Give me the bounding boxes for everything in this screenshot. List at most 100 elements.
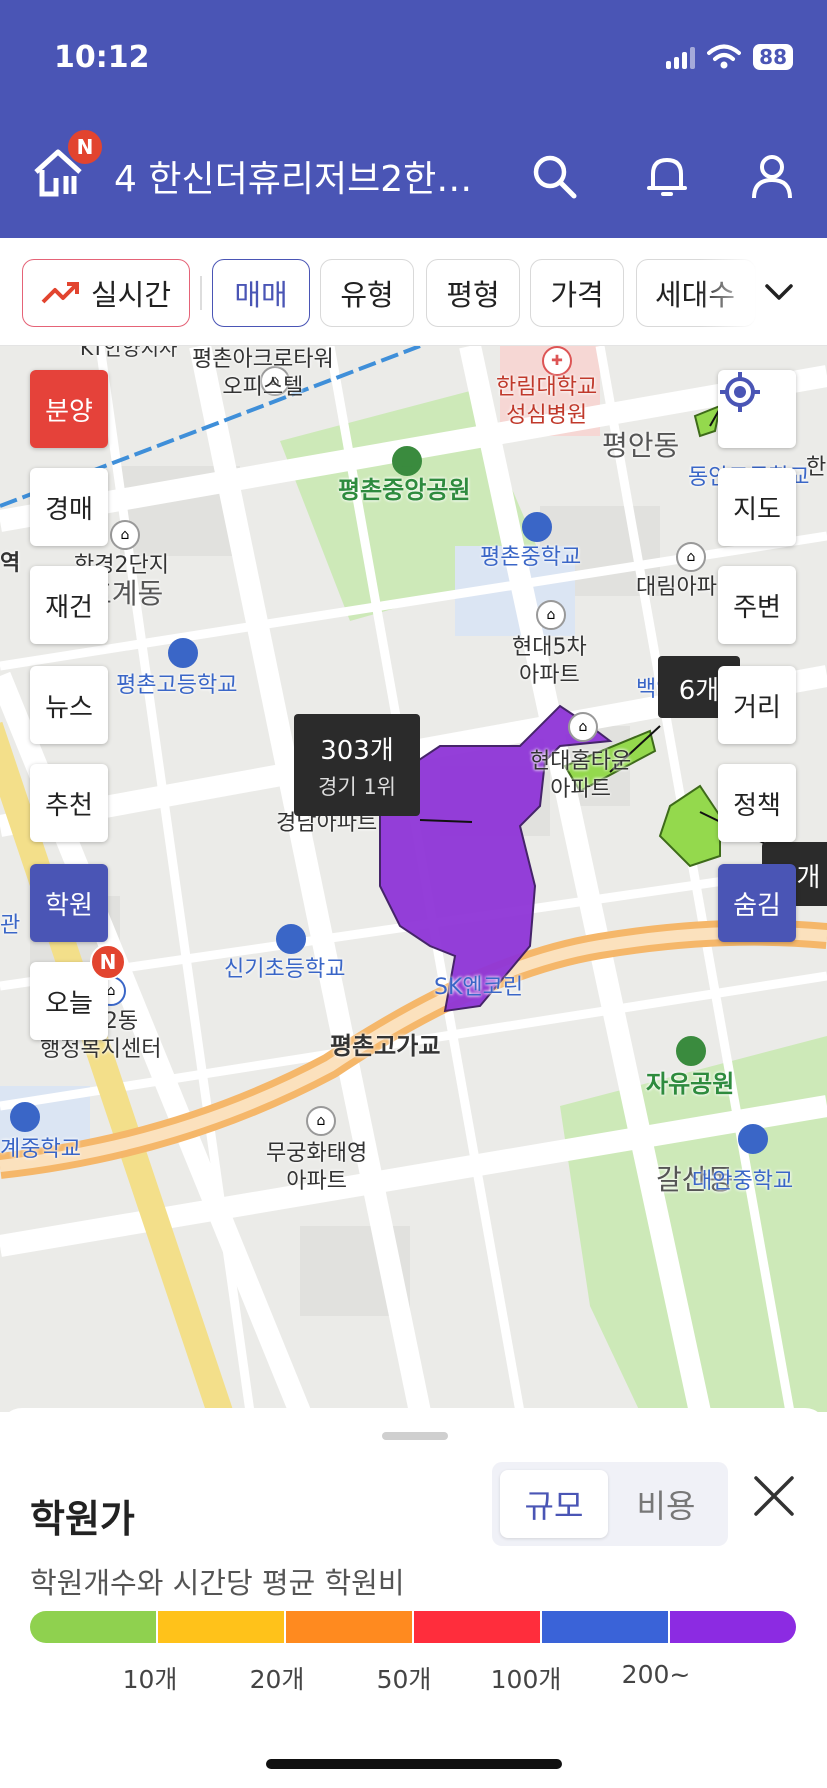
side-button-label: 거리 <box>733 692 781 723</box>
building-icon: ⌂ <box>536 600 566 630</box>
building-icon: ⌂ <box>676 542 706 572</box>
map-label: KT안양지사 <box>80 346 178 360</box>
recommend-button[interactable]: 추천 <box>30 764 108 842</box>
side-button-label: 정책 <box>733 790 781 821</box>
app-root: 10:12 88 N 4 한신더휴리저브2한… 실시간 매매 유형 평형 가격 … <box>0 0 827 1788</box>
toggle-cost[interactable]: 비용 <box>612 1470 720 1538</box>
filter-label: 매매 <box>234 278 288 312</box>
filter-size-chip[interactable]: 평형 <box>426 259 520 327</box>
reconstruction-button[interactable]: 재건 <box>30 566 108 644</box>
presale-button[interactable]: 분양 <box>30 370 108 448</box>
search-icon[interactable] <box>530 152 578 200</box>
building-icon: ⌂ <box>306 1106 336 1136</box>
map-label: 평촌중앙공원 <box>338 476 471 504</box>
battery-icon: 88 <box>753 44 793 70</box>
scale-cost-toggle: 규모 비용 <box>492 1462 728 1546</box>
page-title[interactable]: 4 한신더휴리저브2한… <box>114 150 514 202</box>
map-label: SK엔코린 <box>434 975 524 1000</box>
park-icon: ▲ <box>392 446 422 476</box>
legend-label: 20개 <box>249 1665 305 1694</box>
legend-segment <box>158 1611 286 1643</box>
filter-trade-chip[interactable]: 매매 <box>212 259 310 327</box>
legend-segment <box>670 1611 796 1643</box>
today-badge: N <box>90 944 126 980</box>
map-label: 한 <box>806 455 827 480</box>
toggle-scale[interactable]: 규모 <box>500 1470 608 1538</box>
nearby-button[interactable]: 주변 <box>718 566 796 644</box>
filter-label: 가격 <box>550 278 604 312</box>
legend-label: 200~ <box>621 1660 691 1689</box>
hide-button[interactable]: 숨김 <box>718 864 796 942</box>
map-label: 자유공원 <box>646 1070 735 1098</box>
distance-button[interactable]: 거리 <box>718 666 796 744</box>
filter-label: 실시간 <box>90 278 172 312</box>
filter-divider <box>200 276 202 310</box>
map-label: 한림대학교 성심병원 <box>496 375 598 428</box>
legend-segment <box>542 1611 670 1643</box>
auction-button[interactable]: 경매 <box>30 468 108 546</box>
app-header: 10:12 88 N 4 한신더휴리저브2한… <box>0 0 827 238</box>
academy-count: 6개 <box>678 676 720 706</box>
side-button-label: 숨김 <box>733 890 781 921</box>
academy-button[interactable]: 학원 <box>30 864 108 942</box>
notification-badge: N <box>66 128 104 166</box>
map-label: 현대홈타운 아파트 <box>530 749 632 802</box>
my-location-button[interactable] <box>718 370 796 448</box>
map-label: 평촌중학교 <box>480 545 582 570</box>
home-indicator <box>266 1759 562 1769</box>
map-label: 대안중학교 <box>692 1169 794 1194</box>
trending-up-icon <box>41 282 79 304</box>
sheet-drag-handle[interactable] <box>382 1432 448 1440</box>
signal-icon <box>666 45 696 69</box>
park-icon <box>676 1036 706 1066</box>
sheet-title: 학원가 <box>30 1497 135 1541</box>
side-button-label: 추천 <box>45 790 93 821</box>
legend-segment <box>286 1611 414 1643</box>
map-label: 평촌아크로타워 오피스텔 <box>192 347 334 400</box>
close-icon[interactable] <box>752 1474 796 1518</box>
legend-label: 50개 <box>376 1665 432 1694</box>
side-button-label: 뉴스 <box>45 692 93 723</box>
side-button-label: 주변 <box>733 592 781 623</box>
legend-segment <box>414 1611 542 1643</box>
legend-label: 10개 <box>122 1665 178 1694</box>
filter-bar: 실시간 매매 유형 평형 가격 세대수 <box>0 238 827 346</box>
academy-count: 303개 <box>320 736 394 766</box>
status-icons: 88 <box>666 44 793 70</box>
map-label: 평안동 <box>602 429 680 462</box>
map-base <box>0 346 827 1412</box>
news-button[interactable]: 뉴스 <box>30 666 108 744</box>
map-label: 관 <box>0 913 21 938</box>
filter-type-chip[interactable]: 유형 <box>320 259 414 327</box>
building-icon: ⌂ <box>110 520 140 550</box>
academy-rank: 경기 1위 <box>318 775 396 799</box>
building-icon: ⌂ <box>568 712 598 742</box>
side-button-label: 경매 <box>45 494 93 525</box>
filter-realtime-chip[interactable]: 실시간 <box>22 259 190 327</box>
side-button-label: 지도 <box>733 494 781 525</box>
map-label: 신기초등학교 <box>224 957 346 982</box>
policy-button[interactable]: 정책 <box>718 764 796 842</box>
user-icon[interactable] <box>748 152 796 200</box>
map-view[interactable]: ⌂ ✚ ▲ ⌂ ⌂ ⌂ ⌂ ⌂ ⌂ ⌂ KT안양지사 평촌아크로타워 오피스텔 … <box>0 346 827 1412</box>
map-type-button[interactable]: 지도 <box>718 468 796 546</box>
bell-icon[interactable] <box>643 152 691 200</box>
status-time: 10:12 <box>54 40 150 75</box>
chevron-down-icon[interactable] <box>764 282 794 304</box>
side-button-label: 학원 <box>45 890 93 921</box>
academy-bottom-sheet: 학원가 학원개수와 시간당 평균 학원비 규모 비용 10개 20개 50개 1… <box>0 1408 827 1784</box>
hospital-icon: ✚ <box>542 346 572 376</box>
legend-label: 100개 <box>490 1665 562 1694</box>
academy-count-tooltip[interactable]: 303개 경기 1위 <box>294 714 420 816</box>
legend-color-bar <box>30 1611 796 1643</box>
school-icon <box>168 638 198 668</box>
school-icon <box>10 1102 40 1132</box>
side-button-label: 재건 <box>45 592 93 623</box>
map-label: 역 <box>0 551 21 576</box>
crosshair-icon <box>720 372 760 412</box>
legend-segment <box>30 1611 158 1643</box>
map-label: 현대5차 아파트 <box>512 635 587 688</box>
side-button-label: 분양 <box>45 396 93 427</box>
filter-price-chip[interactable]: 가격 <box>530 259 624 327</box>
filter-label: 유형 <box>340 278 394 312</box>
